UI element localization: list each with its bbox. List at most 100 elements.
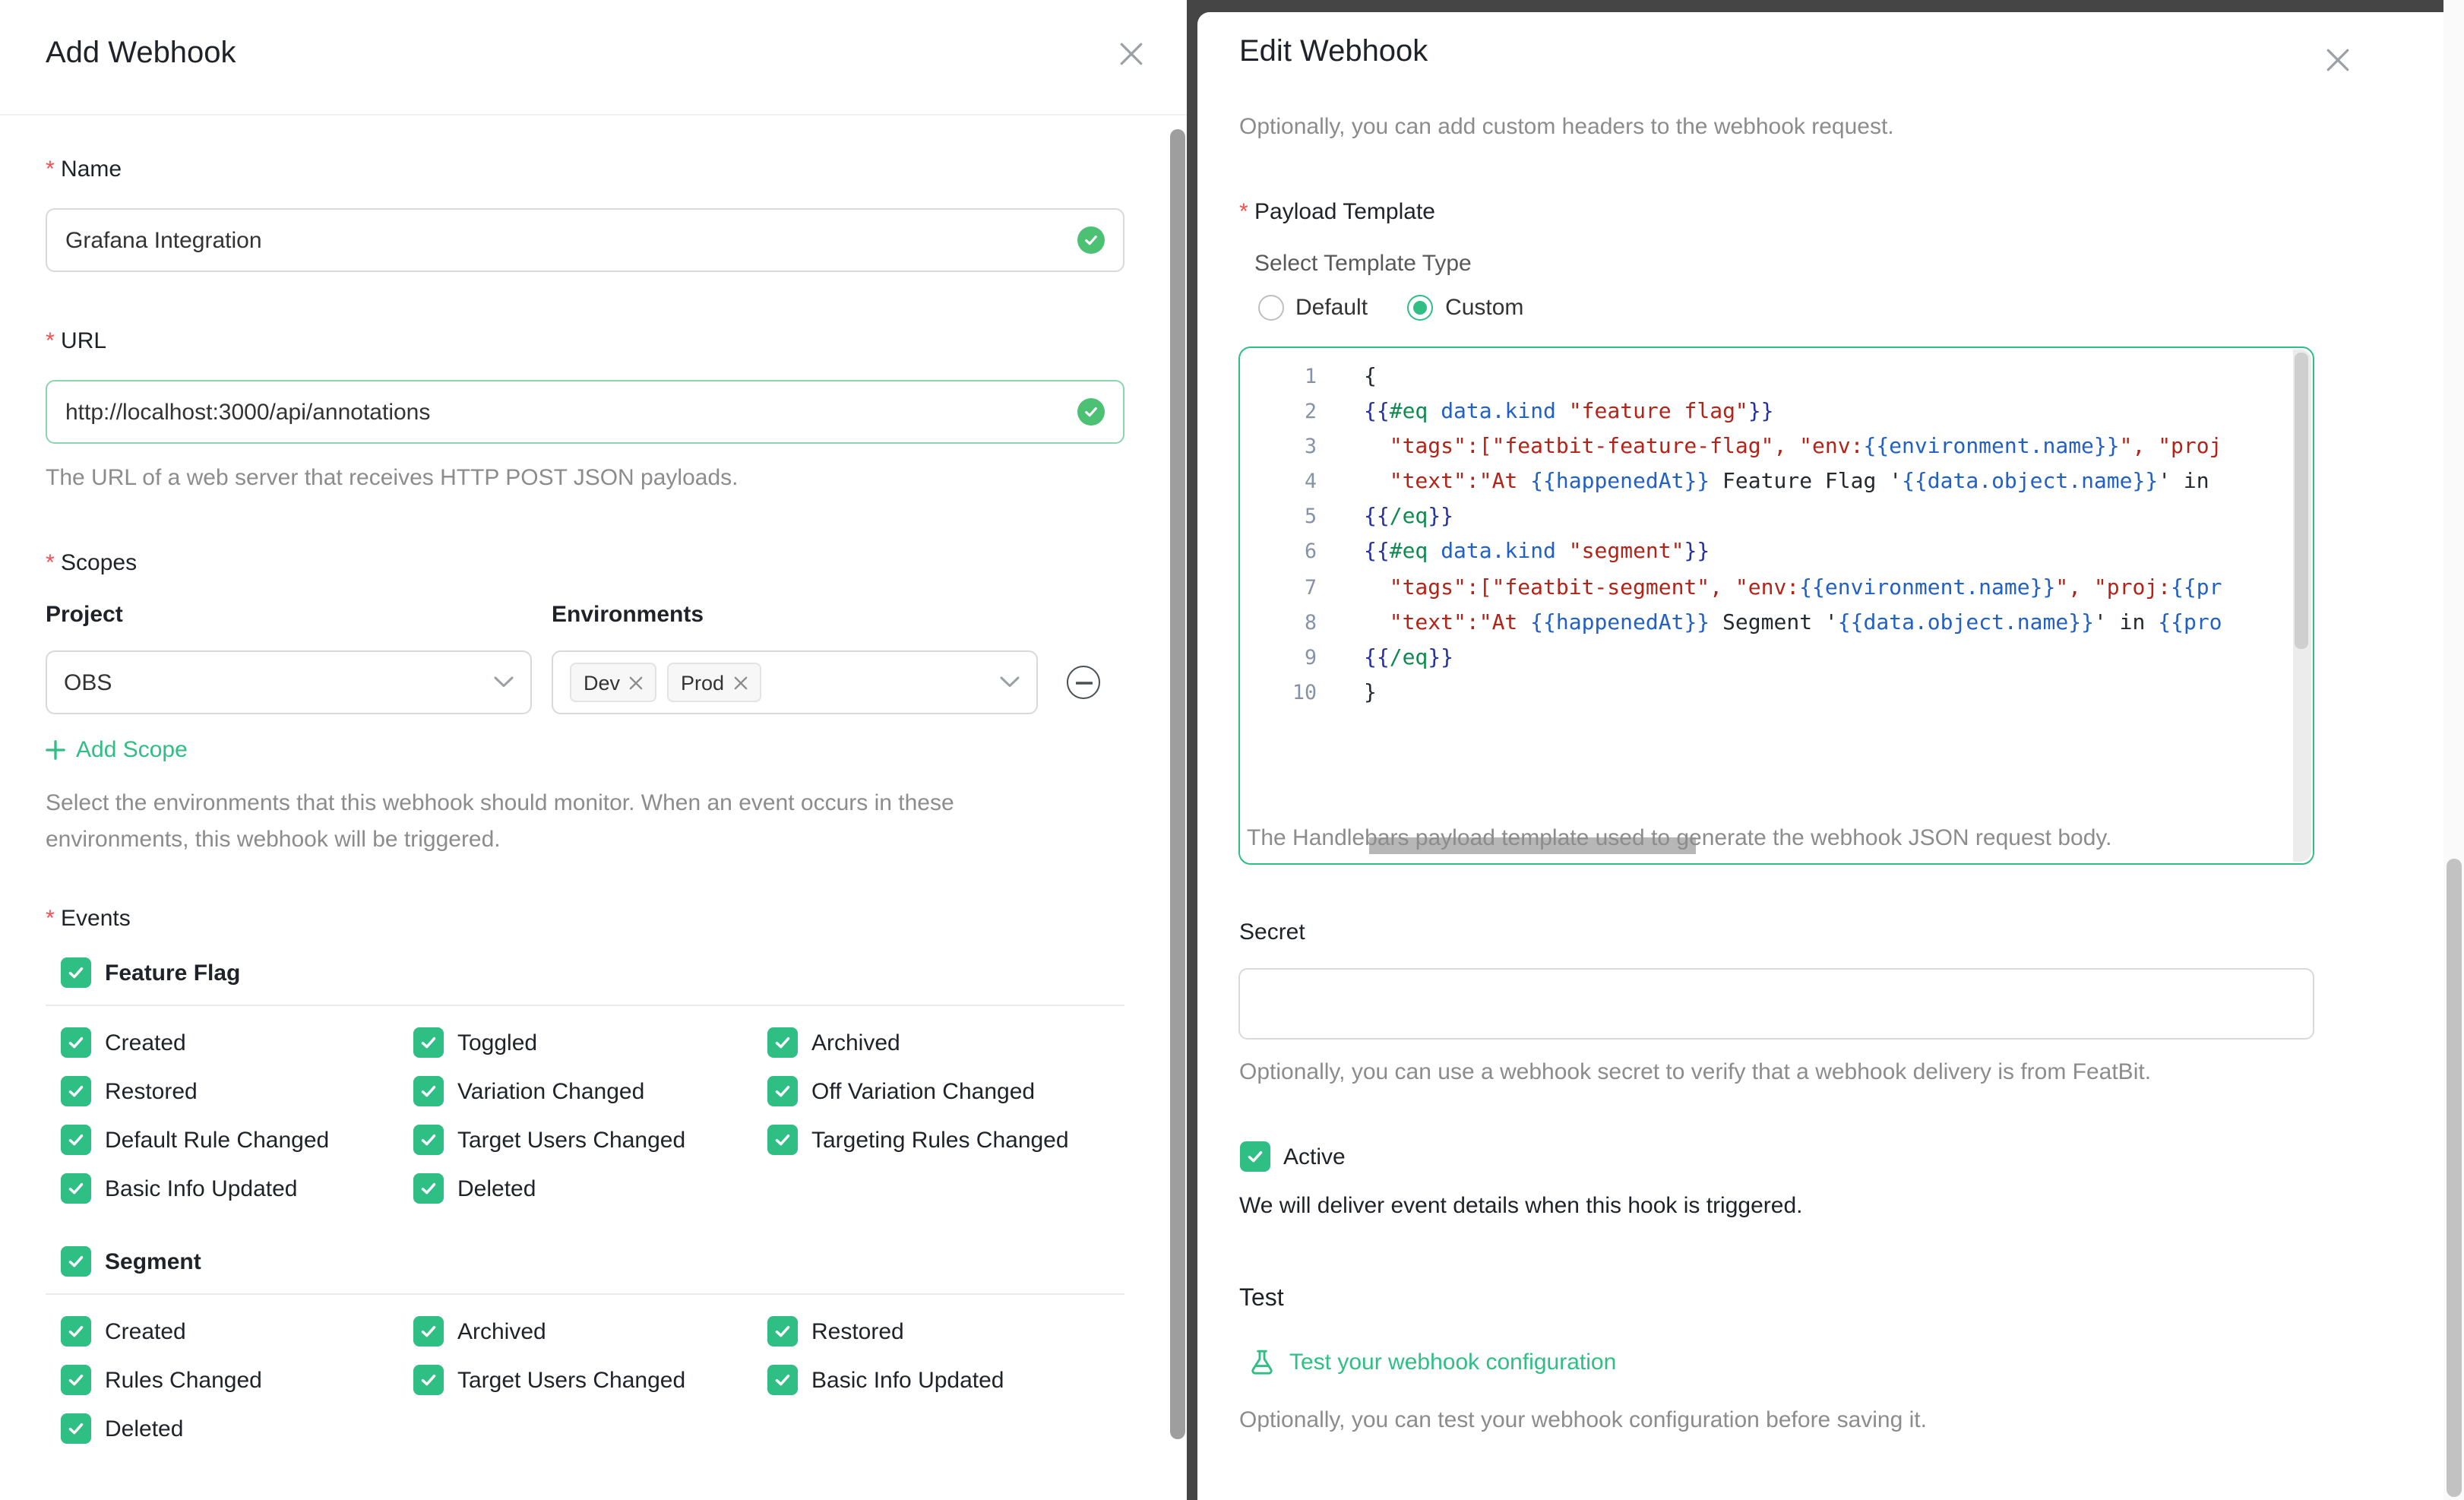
code-line: "tags":["featbit-segment", "env:{{enviro… [1364,575,2222,600]
event-checkbox-item[interactable]: Toggled [413,1027,767,1058]
secret-input[interactable] [1238,968,2314,1040]
url-input[interactable] [46,380,1124,444]
event-checkbox-item[interactable]: Variation Changed [413,1076,767,1106]
events-groups: Feature Flag Created Toggled Archived Restor… [46,948,1124,1477]
event-checkbox[interactable] [61,1316,91,1347]
event-checkbox[interactable] [767,1365,798,1395]
event-checkbox-item[interactable]: Archived [767,1027,1124,1058]
project-select[interactable]: OBS [46,650,532,714]
environments-label: Environments [552,602,704,628]
secret-label: Secret [1239,919,1305,945]
event-checkbox[interactable] [413,1316,444,1347]
secret-help-text: Optionally, you can use a webhook secret… [1239,1059,2152,1085]
editor-code[interactable]: { {{#eq data.kind "feature flag"}} "tags"… [1364,360,2291,863]
event-group-checkbox[interactable] [61,1246,91,1277]
add-scope-label: Add Scope [76,737,188,763]
event-checkbox-item[interactable]: Default Rule Changed [61,1125,413,1155]
radio-default[interactable]: Default [1257,295,1368,321]
valid-check-icon [1077,226,1105,254]
event-checkbox-item[interactable]: Off Variation Changed [767,1076,1124,1106]
event-checkbox[interactable] [767,1316,798,1347]
event-checkbox[interactable] [413,1365,444,1395]
event-checkbox-item[interactable]: Restored [61,1076,413,1106]
add-scope-button[interactable]: Add Scope [46,737,188,763]
environment-tag[interactable]: Dev [570,663,657,702]
left-modal-scrollbar[interactable] [1170,129,1185,1439]
event-checkbox-item[interactable]: Rules Changed [61,1365,413,1395]
event-label: Archived [811,1030,900,1055]
code-line: { [1364,365,1377,389]
remove-tag-icon[interactable] [733,676,747,689]
line-number: 3 [1304,436,1317,460]
code-line: {{/eq}} [1364,505,1454,530]
project-select-value: OBS [64,669,112,695]
line-number: 10 [1292,682,1317,705]
event-checkbox-item[interactable]: Created [61,1316,413,1347]
environment-tag-label: Prod [681,671,725,694]
close-icon[interactable] [1118,41,1144,67]
event-checkbox[interactable] [61,1076,91,1106]
page-scrollbar[interactable] [2443,0,2464,1500]
test-webhook-link[interactable]: Test your webhook configuration [1247,1348,1616,1377]
event-checkbox-item[interactable]: Targeting Rules Changed [767,1125,1124,1155]
active-checkbox[interactable] [1239,1141,1270,1172]
event-checkbox-item[interactable]: Target Users Changed [413,1125,767,1155]
event-checkbox[interactable] [61,1413,91,1444]
event-group-header: Feature Flag [46,948,1124,1006]
event-checkbox[interactable] [767,1076,798,1106]
event-label: Target Users Changed [457,1367,686,1393]
payload-code-editor[interactable]: 1 2 3 4 5 6 7 8 9 10 {{{#eq data.kind "feature fl… [1238,347,2314,865]
event-checkbox[interactable] [413,1173,444,1204]
code-line: } [1364,680,1377,705]
add-webhook-title: Add Webhook [46,36,236,70]
event-checkbox-item[interactable]: Basic Info Updated [767,1365,1124,1395]
event-checkbox[interactable] [767,1027,798,1058]
environment-tag[interactable]: Prod [667,663,761,702]
event-checkbox-item[interactable]: Basic Info Updated [61,1173,413,1204]
scopes-label: Scopes [46,550,137,576]
test-webhook-link-label: Test your webhook configuration [1289,1350,1617,1375]
line-number: 7 [1304,577,1317,600]
secret-field [1238,968,2314,1040]
page-scrollbar-thumb[interactable] [2446,859,2461,1497]
valid-check-icon [1077,398,1105,426]
event-checkbox[interactable] [61,1125,91,1155]
environments-select[interactable]: Dev Prod [552,650,1038,714]
radio-custom[interactable]: Custom [1407,295,1523,321]
event-checkbox[interactable] [767,1125,798,1155]
event-checkbox-item[interactable]: Restored [767,1316,1124,1347]
events-label: Events [46,906,131,932]
code-line: {{#eq data.kind "feature flag"}} [1364,400,1774,425]
event-label: Restored [105,1078,198,1104]
editor-vertical-scrollbar[interactable] [2292,350,2311,862]
payload-template-label: Payload Template [1239,199,1435,225]
event-label: Deleted [457,1176,536,1201]
event-checkbox[interactable] [413,1076,444,1106]
event-group: Segment Created Archived Restored Rules Chan… [46,1237,1124,1453]
event-checkbox-item[interactable]: Target Users Changed [413,1365,767,1395]
event-label: Rules Changed [105,1367,262,1393]
event-label: Target Users Changed [457,1127,686,1153]
event-checkbox[interactable] [61,1173,91,1204]
event-checkbox-item[interactable]: Created [61,1027,413,1058]
event-checkbox-item[interactable]: Deleted [61,1413,413,1444]
name-input[interactable] [46,208,1124,272]
event-checkbox[interactable] [413,1125,444,1155]
event-checkbox-item[interactable]: Deleted [413,1173,767,1204]
event-checkbox[interactable] [61,1027,91,1058]
remove-scope-button[interactable] [1067,666,1100,699]
remove-tag-icon[interactable] [629,676,643,689]
event-checkbox-item[interactable]: Archived [413,1316,767,1347]
line-number: 5 [1304,506,1317,530]
line-number: 8 [1304,612,1317,635]
project-label: Project [46,602,123,628]
test-section-label: Test [1239,1286,1284,1312]
close-icon[interactable] [2324,47,2350,73]
event-checkbox[interactable] [61,1365,91,1395]
event-group-checkbox[interactable] [61,957,91,988]
event-checkbox[interactable] [413,1027,444,1058]
line-number: 6 [1304,541,1317,565]
active-checkbox-item[interactable]: Active [1239,1141,1346,1172]
edit-webhook-title: Edit Webhook [1239,35,1428,68]
event-group-name: Segment [105,1248,201,1274]
